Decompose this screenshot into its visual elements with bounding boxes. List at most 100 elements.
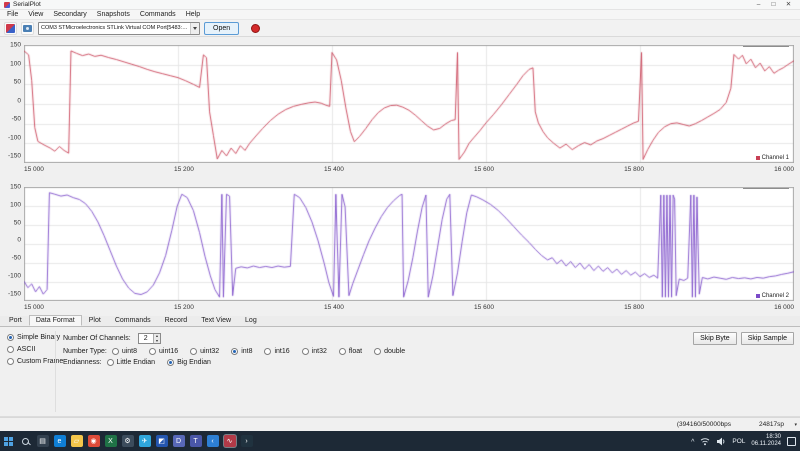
menu-secondary[interactable]: Secondary xyxy=(48,10,91,20)
open-port-button[interactable]: Open xyxy=(204,21,240,35)
volume-icon[interactable] xyxy=(716,437,726,446)
radio-label: double xyxy=(384,348,406,355)
wifi-icon[interactable] xyxy=(700,437,710,446)
channels-label: Number Of Channels: xyxy=(63,335,131,342)
telegram-icon[interactable]: ✈ xyxy=(138,435,151,447)
discord-icon[interactable]: D xyxy=(172,435,185,447)
serial-port-value: COM3 STMicroelectronics STLink Virtual C… xyxy=(41,25,190,31)
menu-commands[interactable]: Commands xyxy=(135,10,181,20)
close-button[interactable]: ✕ xyxy=(781,0,796,10)
tab-text-view[interactable]: Text View xyxy=(194,315,238,326)
combo-dropdown-arrow[interactable] xyxy=(190,22,199,34)
menu-file[interactable]: File xyxy=(2,10,23,20)
tab-port[interactable]: Port xyxy=(2,315,29,326)
plot-canvas-channel-2[interactable]: Channel 2 xyxy=(24,187,794,301)
menu-view[interactable]: View xyxy=(23,10,48,20)
radio-label: Big Endian xyxy=(177,359,211,366)
y-tick-label: 150 xyxy=(10,183,21,191)
spin-down-icon[interactable]: ▼ xyxy=(153,338,161,343)
serial-port-select[interactable]: COM3 STMicroelectronics STLink Virtual C… xyxy=(38,21,200,35)
radio-double[interactable]: double xyxy=(374,348,405,355)
start-button[interactable] xyxy=(0,431,17,451)
toolbar: COM3 STMicroelectronics STLink Virtual C… xyxy=(0,20,800,37)
radio-little-endian[interactable]: Little Endian xyxy=(106,359,155,366)
y-tick-label: 0 xyxy=(17,97,21,104)
legend-label: Channel 1 xyxy=(761,155,789,161)
y-tick-label: 100 xyxy=(10,201,21,209)
legend-label: Channel 2 xyxy=(761,293,789,299)
plot-area: 150 100 50 0 -50 -100 -150 Channel 1 15 000 15 … xyxy=(0,37,800,316)
minimize-button[interactable]: – xyxy=(751,0,766,10)
maximize-button[interactable]: □ xyxy=(766,0,781,10)
terminal-icon[interactable]: › xyxy=(240,435,253,447)
taskbar-search-button[interactable] xyxy=(17,431,34,451)
x-axis-channel-1: 15 000 15 200 15 400 15 600 15 800 16 000 xyxy=(0,163,800,175)
chrome-browser-icon[interactable]: ◉ xyxy=(87,435,100,447)
tab-plot[interactable]: Plot xyxy=(82,315,108,326)
x-tick-label: 16 000 xyxy=(774,165,794,173)
menu-help[interactable]: Help xyxy=(181,10,205,20)
skip-byte-button[interactable]: Skip Byte xyxy=(693,332,737,345)
clock-time: 18:30 xyxy=(765,433,781,440)
menu-snapshots[interactable]: Snapshots xyxy=(92,10,135,20)
throughput-status: (394160/50000bps xyxy=(676,421,732,428)
radio-label: Custom Frame xyxy=(17,358,64,365)
y-tick-label: -50 xyxy=(11,115,21,123)
radio-uint32[interactable]: uint32 xyxy=(190,348,219,355)
tab-data-format[interactable]: Data Format xyxy=(28,315,82,326)
radio-uint16[interactable]: uint16 xyxy=(149,348,178,355)
teams-icon[interactable]: T xyxy=(189,435,202,447)
serialplot-taskbar-icon[interactable]: ∿ xyxy=(223,435,236,447)
radio-float[interactable]: float xyxy=(338,348,362,355)
language-indicator[interactable]: POL xyxy=(732,438,745,445)
tab-record[interactable]: Record xyxy=(158,315,195,326)
radio-icon xyxy=(7,334,14,341)
radio-icon xyxy=(374,348,382,355)
radio-icon xyxy=(149,348,157,355)
tray-chevron-up-icon[interactable]: ^ xyxy=(691,439,694,446)
snapshot-button[interactable] xyxy=(21,21,34,35)
skip-sample-button[interactable]: Skip Sample xyxy=(740,332,794,345)
record-button[interactable] xyxy=(251,23,261,33)
radio-int16[interactable]: int16 xyxy=(264,348,290,355)
channels-value: 2 xyxy=(143,335,148,342)
edge-browser-icon[interactable]: e xyxy=(53,435,66,447)
x-tick-label: 15 000 xyxy=(24,303,44,311)
snapshot-camera-icon xyxy=(23,24,32,32)
action-center-icon[interactable] xyxy=(787,436,796,446)
y-tick-label: 150 xyxy=(10,41,21,49)
plot-canvas-channel-1[interactable]: Channel 1 xyxy=(24,45,794,163)
search-icon xyxy=(22,437,29,445)
titlebar: SerialPlot – □ ✕ xyxy=(0,0,800,10)
x-tick-label: 15 200 xyxy=(174,303,194,311)
radio-int8[interactable]: int8 xyxy=(231,348,252,355)
tab-commands[interactable]: Commands xyxy=(108,315,158,326)
y-tick-label: -50 xyxy=(11,254,21,262)
settings-icon[interactable]: ⚙ xyxy=(121,435,134,447)
radio-icon xyxy=(301,348,309,355)
excel-icon[interactable]: X xyxy=(104,435,117,447)
radio-icon xyxy=(167,359,175,366)
x-tick-label: 15 400 xyxy=(324,303,344,311)
radio-big-endian[interactable]: Big Endian xyxy=(167,359,211,366)
radio-icon xyxy=(338,348,346,355)
photos-icon[interactable]: ◩ xyxy=(155,435,168,447)
radio-uint8[interactable]: uint8 xyxy=(111,348,137,355)
port-settings-button[interactable] xyxy=(4,21,17,35)
overflow-arrow-icon[interactable]: ▾ xyxy=(794,422,797,428)
window-controls: – □ ✕ xyxy=(751,0,796,10)
y-tick-label: -150 xyxy=(7,152,21,160)
tab-log[interactable]: Log xyxy=(238,315,264,326)
legend-swatch xyxy=(755,156,760,160)
radio-label: Simple Binary xyxy=(17,334,61,341)
task-view-icon[interactable]: ▤ xyxy=(36,435,49,447)
channels-spinbox[interactable]: 2 ▲ ▼ xyxy=(137,333,162,344)
chart-channel-1: 150 100 50 0 -50 -100 -150 Channel 1 15 000 15 … xyxy=(0,37,800,175)
y-tick-label: 0 xyxy=(17,236,21,244)
y-tick-label: 100 xyxy=(10,60,21,67)
vscode-icon[interactable]: ‹ xyxy=(206,435,219,447)
file-explorer-icon[interactable]: ▱ xyxy=(70,435,83,447)
spin-arrows[interactable]: ▲ ▼ xyxy=(152,334,161,343)
radio-int32[interactable]: int32 xyxy=(301,348,327,355)
taskbar-clock[interactable]: 18:30 06.11.2024 xyxy=(751,434,781,448)
